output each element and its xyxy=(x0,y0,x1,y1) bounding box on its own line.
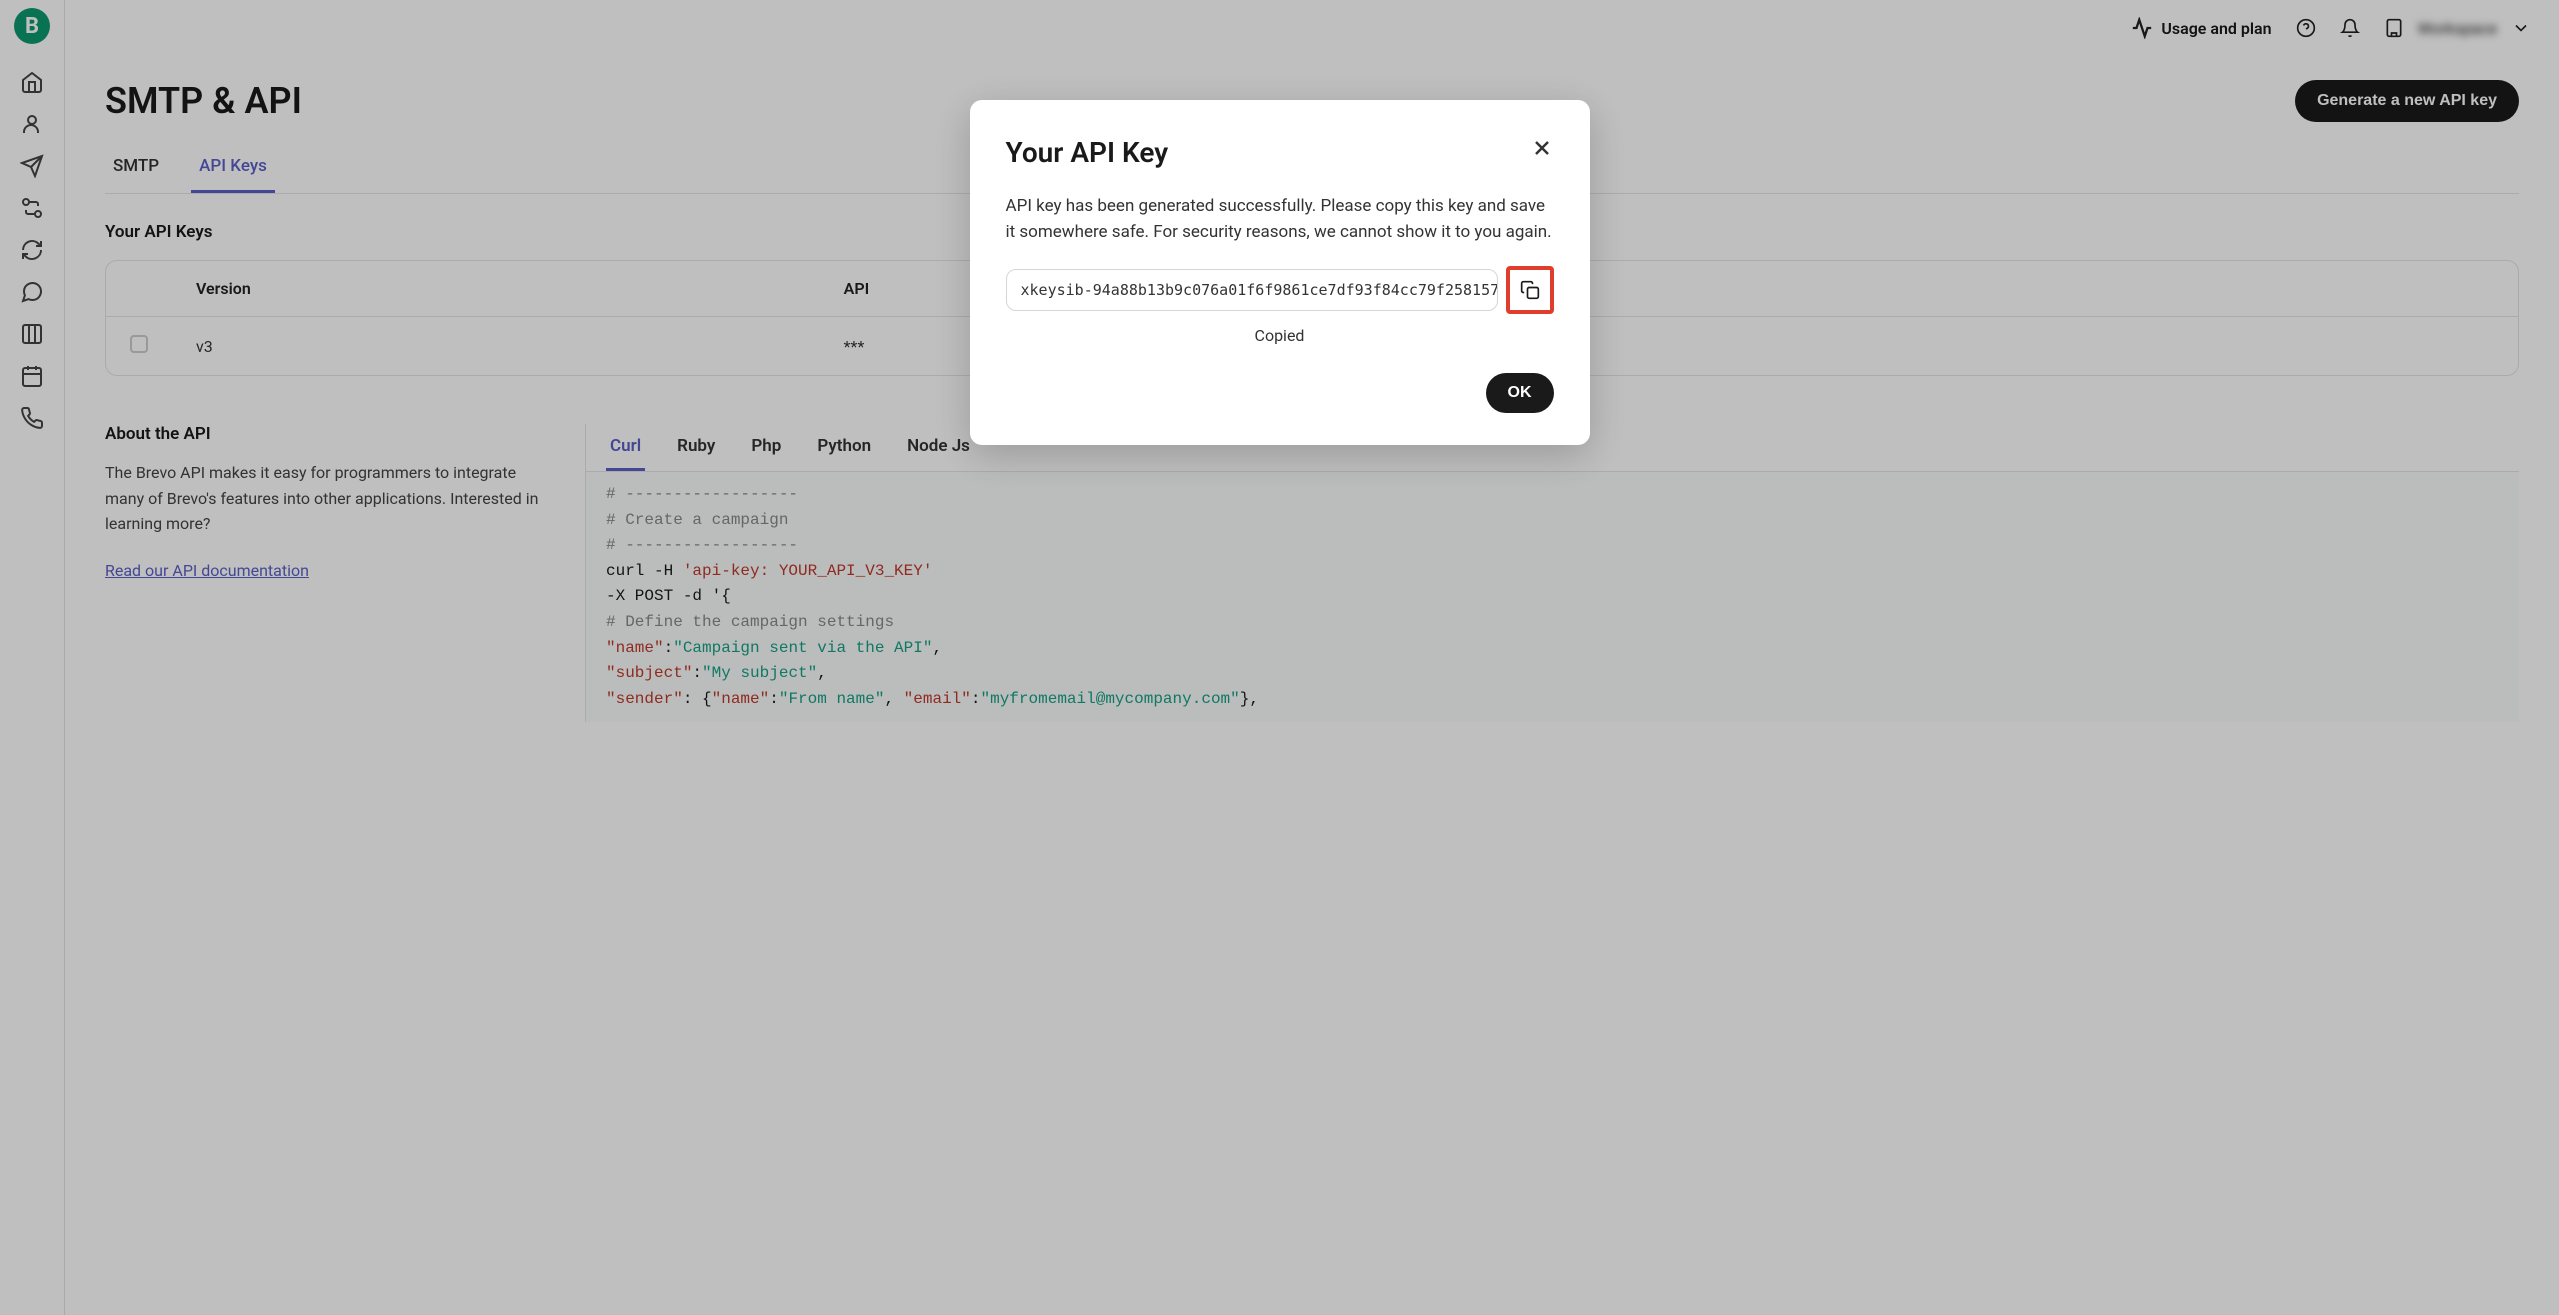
ok-button[interactable]: OK xyxy=(1486,373,1554,413)
modal-title: Your API Key xyxy=(1006,136,1169,169)
modal-text: API key has been generated successfully.… xyxy=(1006,193,1554,246)
modal-overlay: Your API Key API key has been generated … xyxy=(0,0,2559,1315)
copy-button[interactable] xyxy=(1512,272,1548,308)
copied-label: Copied xyxy=(1006,326,1554,345)
close-icon[interactable] xyxy=(1530,136,1554,160)
copy-button-highlight xyxy=(1506,266,1554,314)
api-key-value[interactable]: xkeysib-94a88b13b9c076a01f6f9861ce7df93f… xyxy=(1006,269,1498,311)
copy-icon xyxy=(1520,280,1540,300)
api-key-modal: Your API Key API key has been generated … xyxy=(970,100,1590,445)
